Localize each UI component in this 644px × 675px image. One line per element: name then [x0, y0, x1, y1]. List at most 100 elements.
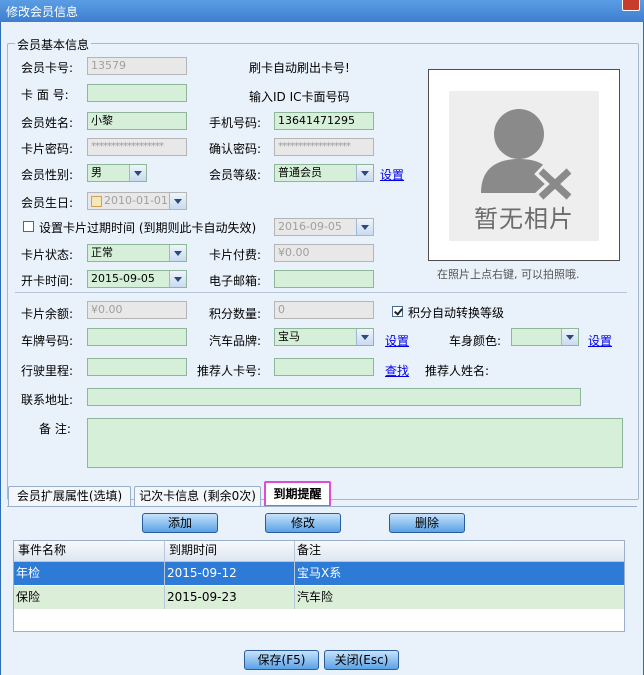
auto-level-label: 积分自动转换等级 [408, 306, 505, 320]
color-settings-link[interactable]: 设置 [588, 332, 612, 349]
chevron-down-icon[interactable] [169, 271, 186, 287]
expire-checkbox[interactable] [23, 221, 34, 232]
expire-value: 2016-09-05 [278, 220, 342, 233]
status-value: 正常 [91, 246, 113, 259]
phone-label: 手机号码: [209, 116, 262, 130]
level-value: 普通会员 [278, 166, 322, 179]
delete-reminder-button[interactable]: 删除 [389, 513, 465, 533]
balance-label: 卡片余额: [21, 307, 74, 321]
note-label: 备 注: [39, 422, 71, 436]
address-label: 联系地址: [21, 393, 74, 407]
color-select[interactable] [511, 328, 579, 346]
status-select[interactable]: 正常 [87, 244, 187, 262]
level-select[interactable]: 普通会员 [274, 164, 374, 182]
column-header[interactable]: 事件名称 [18, 539, 66, 561]
referrer-card-label: 推荐人卡号: [197, 364, 262, 378]
status-label: 卡片状态: [21, 248, 74, 262]
plate-input[interactable] [87, 328, 187, 346]
photo-frame[interactable]: 暂无相片 [428, 69, 620, 261]
table-cell: 宝马X系 [297, 566, 342, 580]
table-cell: 汽车险 [297, 590, 334, 604]
tab-count-card[interactable]: 记次卡信息 (剩余0次) [134, 486, 261, 506]
chevron-down-icon[interactable] [356, 219, 373, 235]
gender-select[interactable]: 男 [87, 164, 147, 182]
card-no-label: 会员卡号: [21, 61, 74, 75]
birthday-value: 2010-01-01 [104, 194, 168, 207]
dialog-body: 会员基本信息 会员卡号: 13579 刷卡自动刷出卡号! 卡 面 号: 输入ID… [0, 22, 644, 675]
mileage-input[interactable] [87, 358, 187, 376]
chevron-down-icon[interactable] [356, 165, 373, 181]
edit-reminder-button[interactable]: 修改 [265, 513, 341, 533]
photo-hint: 在照片上点右键, 可以拍照哦. [437, 268, 580, 281]
balance-input[interactable]: ¥0.00 [87, 301, 187, 319]
name-input[interactable]: 小黎 [87, 112, 187, 130]
gender-label: 会员性别: [21, 168, 74, 182]
email-label: 电子邮箱: [209, 274, 262, 288]
level-settings-link[interactable]: 设置 [380, 166, 404, 183]
tab-strip-border [7, 506, 637, 507]
chevron-down-icon[interactable] [129, 165, 146, 181]
confirm-password-label: 确认密码: [209, 142, 262, 156]
chevron-down-icon[interactable] [356, 329, 373, 345]
birthday-picker[interactable]: 2010-01-01 [87, 192, 187, 210]
close-window-icon[interactable] [622, 0, 640, 11]
fee-input[interactable]: ¥0.00 [274, 244, 374, 262]
address-input[interactable] [87, 388, 581, 406]
no-photo-text: 暂无相片 [474, 205, 574, 233]
table-row[interactable]: 年检 2015-09-12 宝马X系 [14, 562, 624, 585]
brand-value: 宝马 [278, 330, 300, 343]
column-divider [164, 541, 165, 609]
save-button[interactable]: 保存(F5) [244, 650, 319, 670]
phone-input[interactable]: 13641471295 [274, 112, 374, 130]
points-label: 积分数量: [209, 307, 262, 321]
referrer-search-link[interactable]: 查找 [385, 362, 409, 379]
expire-date-picker[interactable]: 2016-09-05 [274, 218, 374, 236]
tab-extended-attributes[interactable]: 会员扩展属性(选填) [8, 486, 131, 506]
auto-level-checkbox[interactable] [392, 306, 403, 317]
divider [15, 292, 627, 293]
open-time-value: 2015-09-05 [91, 272, 155, 285]
card-face-label: 卡 面 号: [21, 88, 69, 102]
column-header[interactable]: 到期时间 [169, 539, 217, 561]
table-cell: 年检 [16, 566, 41, 580]
brand-select[interactable]: 宝马 [274, 328, 374, 346]
table-row[interactable]: 保险 2015-09-23 汽车险 [14, 586, 624, 609]
chevron-down-icon[interactable] [561, 329, 578, 345]
open-time-label: 开卡时间: [21, 274, 74, 288]
level-label: 会员等级: [209, 168, 262, 182]
referrer-card-input[interactable] [274, 358, 374, 376]
color-label: 车身颜色: [449, 334, 502, 348]
chevron-down-icon[interactable] [169, 193, 186, 209]
plate-label: 车牌号码: [21, 334, 74, 348]
open-time-picker[interactable]: 2015-09-05 [87, 270, 187, 288]
note-textarea[interactable] [87, 418, 623, 468]
card-face-hint: 输入ID IC卡面号码 [249, 90, 350, 104]
email-input[interactable] [274, 270, 374, 288]
mileage-label: 行驶里程: [21, 364, 74, 378]
card-no-hint: 刷卡自动刷出卡号! [249, 61, 350, 75]
birthday-label: 会员生日: [21, 196, 74, 210]
card-no-input[interactable]: 13579 [87, 57, 187, 75]
password-label: 卡片密码: [21, 142, 74, 156]
card-face-input[interactable] [87, 84, 187, 102]
title-bar: 修改会员信息 [0, 0, 644, 22]
chevron-down-icon[interactable] [169, 245, 186, 261]
gender-value: 男 [91, 166, 102, 179]
birthday-checkbox[interactable] [91, 196, 102, 207]
password-input[interactable]: ****************** [87, 138, 187, 156]
expire-label: 设置卡片过期时间 (到期则此卡自动失效) [39, 221, 257, 235]
confirm-password-input[interactable]: ****************** [274, 138, 374, 156]
fee-label: 卡片付费: [209, 248, 262, 262]
referrer-name-label: 推荐人姓名: [425, 364, 490, 378]
add-reminder-button[interactable]: 添加 [142, 513, 218, 533]
basic-info-legend: 会员基本信息 [15, 36, 92, 53]
close-button[interactable]: 关闭(Esc) [324, 650, 399, 670]
brand-settings-link[interactable]: 设置 [385, 332, 409, 349]
no-photo-placeholder: 暂无相片 [449, 91, 599, 241]
points-input[interactable]: 0 [274, 301, 374, 319]
table-cell: 2015-09-12 [167, 566, 237, 580]
name-label: 会员姓名: [21, 116, 74, 130]
tab-expiry-reminder[interactable]: 到期提醒 [264, 481, 331, 507]
column-header[interactable]: 备注 [297, 539, 321, 561]
table-cell: 保险 [16, 590, 41, 604]
